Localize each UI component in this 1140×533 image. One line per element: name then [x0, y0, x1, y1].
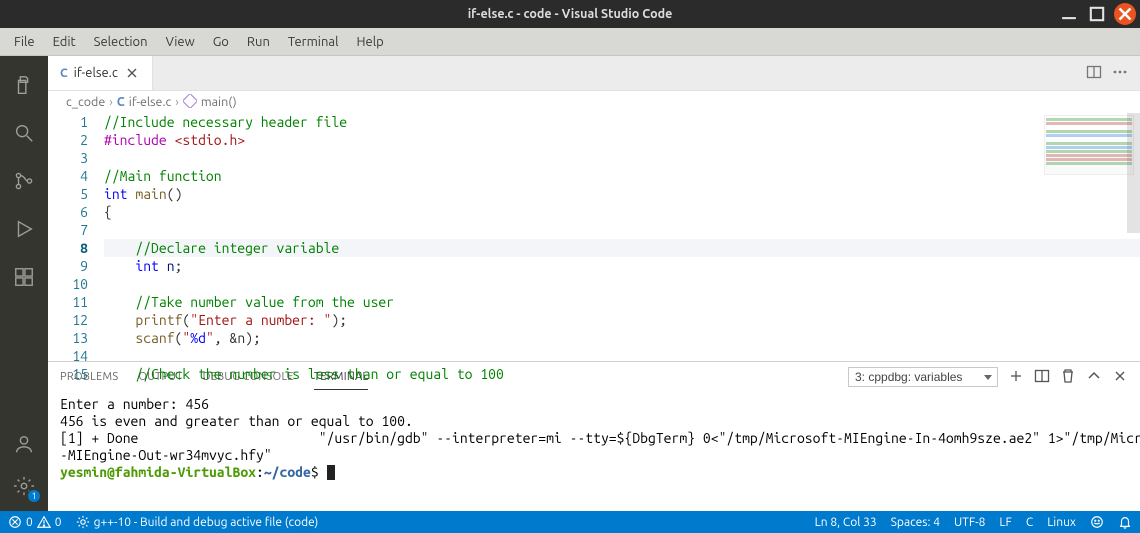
- status-build-task[interactable]: g++-10 - Build and debug active file (co…: [76, 515, 319, 529]
- editor-tabs: C if-else.c: [48, 56, 1140, 91]
- status-indentation[interactable]: Spaces: 4: [891, 516, 940, 529]
- menu-help[interactable]: Help: [348, 32, 391, 52]
- extensions-icon[interactable]: [0, 256, 48, 298]
- terminal-selector[interactable]: 3: cppdbg: variables: [848, 367, 998, 387]
- menu-view[interactable]: View: [158, 32, 203, 52]
- menu-edit[interactable]: Edit: [45, 32, 84, 52]
- file-lang-icon: C: [117, 95, 125, 109]
- terminal-output[interactable]: Enter a number: 456456 is even and great…: [48, 392, 1140, 511]
- line-number-gutter: 1 2 3 4 5 6 7 8 9 10 11 12 13 14 15: [48, 113, 104, 361]
- menu-run[interactable]: Run: [239, 32, 278, 52]
- run-debug-icon[interactable]: [0, 208, 48, 250]
- chevron-right-icon: ›: [175, 95, 179, 109]
- terminal-cursor: [327, 465, 335, 480]
- maximize-button[interactable]: [1086, 3, 1108, 25]
- code-editor[interactable]: 1 2 3 4 5 6 7 8 9 10 11 12 13 14 15 //In…: [48, 113, 1140, 361]
- tab-close-icon[interactable]: [124, 65, 140, 81]
- vertical-scrollbar[interactable]: [1127, 113, 1140, 361]
- breadcrumb-folder[interactable]: c_code: [66, 95, 105, 109]
- status-cursor-position[interactable]: Ln 8, Col 33: [815, 516, 877, 529]
- notifications-icon[interactable]: [1118, 515, 1132, 529]
- feedback-icon[interactable]: [1090, 515, 1104, 529]
- accounts-icon[interactable]: [0, 423, 48, 465]
- close-button[interactable]: [1114, 3, 1136, 25]
- code-lines[interactable]: //Include necessary header file #include…: [104, 113, 1140, 361]
- status-problems[interactable]: 0 0: [8, 515, 62, 529]
- status-encoding[interactable]: UTF-8: [954, 516, 985, 529]
- terminal-prompt-path: ~/code: [264, 464, 311, 480]
- explorer-icon[interactable]: [0, 64, 48, 106]
- menu-file[interactable]: File: [6, 32, 43, 52]
- minimize-button[interactable]: [1058, 3, 1080, 25]
- bottom-panel: PROBLEMS OUTPUT DEBUG CONSOLE TERMINAL 3…: [48, 361, 1140, 511]
- terminal-prompt-user: yesmin@fahmida-VirtualBox: [60, 464, 256, 480]
- menu-selection[interactable]: Selection: [86, 32, 156, 52]
- symbol-icon: [183, 94, 197, 111]
- more-actions-icon[interactable]: [1112, 64, 1128, 83]
- status-os[interactable]: Linux: [1047, 516, 1076, 529]
- status-language[interactable]: C: [1026, 516, 1033, 529]
- editor-tab-if-else[interactable]: C if-else.c: [48, 56, 153, 90]
- split-editor-icon[interactable]: [1086, 64, 1102, 83]
- status-bar: 0 0 g++-10 - Build and debug active file…: [0, 511, 1140, 533]
- minimap[interactable]: [1044, 115, 1134, 175]
- window-title: if-else.c - code - Visual Studio Code: [0, 7, 1140, 21]
- menu-bar: File Edit Selection View Go Run Terminal…: [0, 28, 1140, 56]
- window-titlebar: if-else.c - code - Visual Studio Code: [0, 0, 1140, 28]
- breadcrumb-symbol[interactable]: main(): [201, 95, 237, 109]
- manage-badge: 1: [27, 489, 41, 503]
- manage-icon[interactable]: 1: [0, 465, 48, 507]
- search-icon[interactable]: [0, 112, 48, 154]
- status-eol[interactable]: LF: [999, 516, 1011, 529]
- file-lang-icon: C: [60, 67, 68, 80]
- menu-terminal[interactable]: Terminal: [280, 32, 347, 52]
- tab-label: if-else.c: [74, 66, 118, 80]
- breadcrumb[interactable]: c_code › C if-else.c › main(): [48, 91, 1140, 113]
- source-control-icon[interactable]: [0, 160, 48, 202]
- activity-bar: 1: [0, 56, 48, 511]
- chevron-right-icon: ›: [109, 95, 113, 109]
- scrollbar-thumb[interactable]: [1127, 113, 1140, 233]
- breadcrumb-file[interactable]: if-else.c: [129, 95, 172, 109]
- menu-go[interactable]: Go: [205, 32, 237, 52]
- window-controls: [1058, 3, 1136, 25]
